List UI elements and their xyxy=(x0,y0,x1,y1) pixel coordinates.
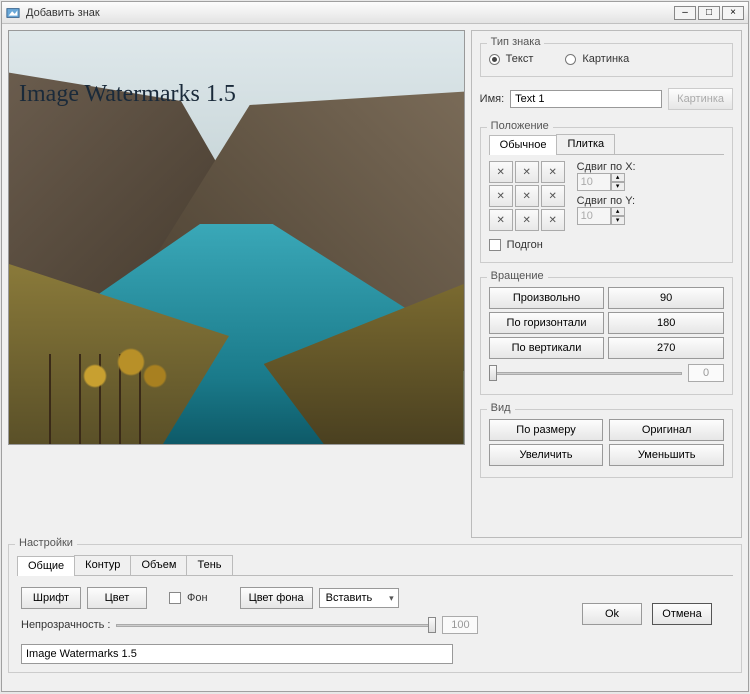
font-button[interactable]: Шрифт xyxy=(21,587,81,609)
type-text-radio[interactable] xyxy=(489,54,500,65)
opacity-label: Непрозрачность : xyxy=(21,619,110,631)
type-image-label: Картинка xyxy=(582,53,629,65)
maximize-button[interactable]: □ xyxy=(698,6,720,20)
pos-br[interactable]: ✕ xyxy=(541,209,565,231)
tab-general[interactable]: Общие xyxy=(17,556,75,576)
rotate-270-button[interactable]: 270 xyxy=(608,337,724,359)
insert-select[interactable]: Вставить xyxy=(319,588,399,608)
dialog-window: Добавить знак – □ × Image Watermarks 1.5… xyxy=(1,1,749,692)
preview-pane: Image Watermarks 1.5 xyxy=(8,30,465,445)
type-legend: Тип знака xyxy=(487,36,545,48)
name-label: Имя: xyxy=(480,93,504,105)
view-zoom-in-button[interactable]: Увеличить xyxy=(489,444,604,466)
type-text-label: Текст xyxy=(506,53,534,65)
view-group: Вид По размеру Оригинал Увеличить Уменьш… xyxy=(480,409,733,478)
tab-outline[interactable]: Контур xyxy=(74,555,131,575)
view-fit-button[interactable]: По размеру xyxy=(489,419,604,441)
pos-tc[interactable]: ✕ xyxy=(515,161,539,183)
shift-y-spinner[interactable]: ▴▾ xyxy=(577,207,636,225)
bg-label: Фон xyxy=(187,592,208,604)
fit-label: Подгон xyxy=(507,239,543,251)
opacity-value: 100 xyxy=(442,616,478,634)
shift-y-label: Сдвиг по Y: xyxy=(577,195,636,207)
cancel-button[interactable]: Отмена xyxy=(652,603,712,625)
position-legend: Положение xyxy=(487,120,553,132)
pos-bc[interactable]: ✕ xyxy=(515,209,539,231)
pos-bl[interactable]: ✕ xyxy=(489,209,513,231)
color-button[interactable]: Цвет xyxy=(87,587,147,609)
view-legend: Вид xyxy=(487,402,515,414)
name-input[interactable] xyxy=(510,90,662,108)
tab-position-normal[interactable]: Обычное xyxy=(489,135,558,155)
rotate-90-button[interactable]: 90 xyxy=(608,287,724,309)
shift-x-up[interactable]: ▴ xyxy=(611,173,625,182)
fit-checkbox[interactable] xyxy=(489,239,501,251)
rotation-group: Вращение Произвольно 90 По горизонтали 1… xyxy=(480,277,733,395)
type-image-radio[interactable] xyxy=(565,54,576,65)
flip-vertical-button[interactable]: По вертикали xyxy=(489,337,605,359)
window-title: Добавить знак xyxy=(26,7,674,19)
pos-mr[interactable]: ✕ xyxy=(541,185,565,207)
position-group: Положение Обычное Плитка ✕ ✕ ✕ ✕ ✕ ✕ ✕ ✕ xyxy=(480,127,733,263)
rotate-180-button[interactable]: 180 xyxy=(608,312,724,334)
view-zoom-out-button[interactable]: Уменьшить xyxy=(609,444,724,466)
picture-button[interactable]: Картинка xyxy=(668,88,733,110)
shift-x-spinner[interactable]: ▴▾ xyxy=(577,173,636,191)
right-panel: Тип знака Текст Картинка Имя: Картинка П… xyxy=(471,30,742,538)
shift-x-down[interactable]: ▾ xyxy=(611,182,625,191)
tab-volume[interactable]: Объем xyxy=(130,555,187,575)
shift-x-label: Сдвиг по X: xyxy=(577,161,636,173)
rotation-value: 0 xyxy=(688,364,724,382)
settings-legend: Настройки xyxy=(15,537,77,549)
minimize-button[interactable]: – xyxy=(674,6,696,20)
tab-shadow[interactable]: Тень xyxy=(186,555,232,575)
close-button[interactable]: × xyxy=(722,6,744,20)
shift-x-input[interactable] xyxy=(577,173,611,191)
ok-button[interactable]: Ok xyxy=(582,603,642,625)
bg-checkbox[interactable] xyxy=(169,592,181,604)
shift-y-up[interactable]: ▴ xyxy=(611,207,625,216)
type-group: Тип знака Текст Картинка xyxy=(480,43,733,77)
titlebar: Добавить знак – □ × xyxy=(2,2,748,24)
pos-tr[interactable]: ✕ xyxy=(541,161,565,183)
pos-tl[interactable]: ✕ xyxy=(489,161,513,183)
flip-horizontal-button[interactable]: По горизонтали xyxy=(489,312,605,334)
rotation-legend: Вращение xyxy=(487,270,548,282)
watermark-preview-text: Image Watermarks 1.5 xyxy=(19,81,236,108)
shift-y-input[interactable] xyxy=(577,207,611,225)
pos-mc[interactable]: ✕ xyxy=(515,185,539,207)
position-grid: ✕ ✕ ✕ ✕ ✕ ✕ ✕ ✕ ✕ xyxy=(489,161,565,231)
opacity-slider[interactable] xyxy=(116,615,436,635)
watermark-text-input[interactable] xyxy=(21,644,453,664)
app-icon xyxy=(6,6,20,20)
tab-position-tile[interactable]: Плитка xyxy=(556,134,615,154)
rotation-slider[interactable] xyxy=(489,363,682,383)
shift-y-down[interactable]: ▾ xyxy=(611,216,625,225)
rotate-arbitrary-button[interactable]: Произвольно xyxy=(489,287,605,309)
view-original-button[interactable]: Оригинал xyxy=(609,419,724,441)
bg-color-button[interactable]: Цвет фона xyxy=(240,587,313,609)
pos-ml[interactable]: ✕ xyxy=(489,185,513,207)
